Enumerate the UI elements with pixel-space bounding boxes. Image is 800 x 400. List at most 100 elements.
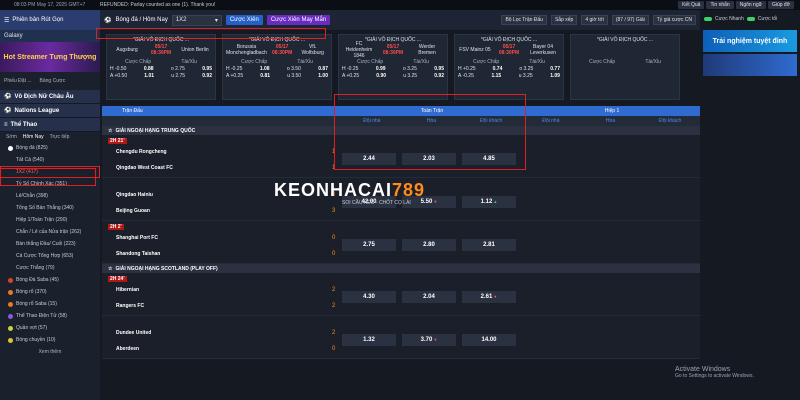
best-odds-toggle[interactable]: [746, 17, 755, 21]
sidebar-section-sports[interactable]: ≡ Thể Thao: [0, 118, 100, 132]
over-under-label: Tài/Xỉu: [297, 59, 313, 65]
time-select[interactable]: 4 giờ tới: [581, 15, 608, 25]
odds-button[interactable]: 3.70▼: [402, 334, 456, 346]
featured-match-card[interactable]: *GIẢI VÔ ĐỊCH QUỐC ... Cược Chấp Tài/Xỉu: [570, 34, 680, 100]
odds-button[interactable]: 2.80: [402, 239, 456, 251]
promo-banner-right[interactable]: Trải nghiệm tuyệt đỉnh: [703, 30, 797, 52]
card-odds-row[interactable]: A -0.25 1.15 u 3.25 1.09: [458, 73, 560, 79]
odds-button[interactable]: 1.32: [342, 334, 396, 346]
sidebar-item[interactable]: Bóng chuyền (10): [0, 334, 100, 346]
sidebar-item[interactable]: Bóng đá (825): [0, 142, 100, 154]
card-odds-row[interactable]: H -0.25 1.08 o 3.50 0.87: [226, 66, 328, 72]
featured-match-card[interactable]: *GIẢI VÔ ĐỊCH QUỐC ... FC Heidenheim 1846…: [338, 34, 448, 100]
tab-today[interactable]: Hôm Nay: [23, 134, 44, 140]
column-header: Đội khách: [659, 118, 682, 124]
odds-button[interactable]: 2.04: [402, 291, 456, 303]
card-odds-row[interactable]: A +0.25 0.81 u 3.50 1.00: [226, 73, 328, 79]
odds-button[interactable]: 14.00: [462, 334, 516, 346]
live-time-badge: 2H 24': [108, 276, 127, 282]
sport-icon: [8, 289, 13, 295]
help-button[interactable]: Giúp đỡ: [767, 1, 794, 9]
odds-type-select[interactable]: Tỷ giá cược CN: [652, 15, 696, 25]
column-header: Đội nhà: [542, 118, 560, 124]
featured-match-card[interactable]: *GIẢI VÔ ĐỊCH QUỐC ... Borussia Monchengl…: [222, 34, 332, 100]
sidebar-item[interactable]: Tất Cả (540): [0, 154, 100, 166]
star-icon[interactable]: ☆: [108, 128, 112, 134]
parlay-button[interactable]: Cược Xiên: [225, 15, 263, 25]
sport-icon: [8, 145, 13, 151]
promo-banner[interactable]: Hot Streamer Tưng Thượng: [0, 42, 100, 72]
language-button[interactable]: Ngôn ngữ: [735, 1, 766, 9]
handicap-label: Cược Chấp: [357, 59, 384, 65]
card-odds-row[interactable]: A +0.50 1.01 u 2.75 0.92: [110, 73, 212, 79]
menu-icon: ☰: [4, 17, 10, 24]
sidebar-item[interactable]: Quần vợt (57): [0, 322, 100, 334]
sidebar: ☰ Phiên bản Rút Gọn Galaxy Hot Streamer T…: [0, 10, 100, 400]
column-header: Hòa: [605, 118, 616, 124]
promo-banner-right-2[interactable]: [703, 54, 797, 76]
featured-match-card[interactable]: *GIẢI VÔ ĐỊCH QUỐC ... FSV Mainz 05 05/17 …: [454, 34, 564, 100]
sidebar-item[interactable]: Lẻ/Chẵn (398): [0, 190, 100, 202]
odds-button[interactable]: 2.75: [342, 239, 396, 251]
card-time: 05/17 08:30PM: [382, 44, 404, 56]
sport-icon: [8, 301, 13, 307]
sort-select[interactable]: Sắp xếp: [550, 15, 578, 25]
highlight-odds-area: [334, 94, 526, 170]
home-score: 2: [332, 287, 336, 293]
list-icon: ≡: [4, 121, 8, 128]
odds-button[interactable]: 4.30: [342, 291, 396, 303]
sidebar-item[interactable]: Bóng Đá Saba (45): [0, 274, 100, 286]
match-filter-select[interactable]: Bộ Lọc Trận Đấu: [501, 15, 547, 25]
card-time: 05/17 08:30PM: [498, 44, 520, 56]
quick-bet-toggle[interactable]: [704, 17, 712, 21]
site-watermark: KEONHACAI789: [274, 180, 426, 200]
featured-match-card[interactable]: *GIẢI VÔ ĐỊCH QUỐC ... Augsburg 05/17 08:3…: [106, 34, 216, 100]
card-away-team: Bayer 04 Leverkusen: [530, 44, 556, 56]
trophy-icon: ⚽: [4, 94, 12, 100]
galaxy-link[interactable]: Galaxy: [0, 30, 100, 42]
card-odds-row[interactable]: H +0.25 0.74 o 3.25 0.77: [458, 66, 560, 72]
sidebar-section-euro-women[interactable]: ⚽ Vô Địch Nữ Châu Âu: [0, 90, 100, 104]
sport-label: Bóng đá / Hôm Nay: [115, 17, 168, 23]
card-odds-row[interactable]: H -0.25 0.99 o 3.25 0.95: [342, 66, 444, 72]
sidebar-item[interactable]: Tổng Số Bàn Thắng (340): [0, 202, 100, 214]
see-more-link[interactable]: Xem thêm: [0, 346, 100, 358]
tab-live[interactable]: Trực tiếp: [50, 134, 70, 140]
lucky-parlay-button[interactable]: Cược Xiên May Mắn: [266, 15, 331, 25]
market-select[interactable]: 1X2 ▾: [171, 14, 222, 26]
featured-matches: *GIẢI VÔ ĐỊCH QUỐC ... Augsburg 05/17 08:3…: [100, 34, 700, 100]
sidebar-item[interactable]: Chẵn / Lẻ của Nửa trận (262): [0, 226, 100, 238]
sidebar-item[interactable]: Hiệp 1/Toàn Trận (290): [0, 214, 100, 226]
compact-version-toggle[interactable]: ☰ Phiên bản Rút Gọn: [0, 10, 100, 30]
tab-early[interactable]: Sớm: [6, 134, 17, 140]
card-odds-row[interactable]: A +0.25 0.90 u 3.25 0.92: [342, 73, 444, 79]
sidebar-item[interactable]: Bàn thắng Đầu/ Cuối (223): [0, 238, 100, 250]
star-icon[interactable]: ☆: [108, 266, 112, 272]
sidebar-item[interactable]: Bóng rổ (370): [0, 286, 100, 298]
odds-button[interactable]: 1.12▲: [462, 196, 516, 208]
home-team: Shanghai Port FC: [116, 235, 158, 241]
handicap-label: Cược Chấp: [589, 59, 616, 65]
sidebar-item[interactable]: Bóng rổ Saba (15): [0, 298, 100, 310]
messages-button[interactable]: Tin nhắn: [706, 1, 734, 9]
odds-button[interactable]: 2.81: [462, 239, 516, 251]
home-score: 2: [332, 330, 336, 336]
card-away-team: Union Berlin: [181, 47, 209, 53]
sidebar-section-nations-league[interactable]: ⚽ Nations League: [0, 104, 100, 118]
bet-list-tab[interactable]: Bảng Cược: [40, 78, 66, 84]
league-header[interactable]: ☆ GIẢI NGOẠI HẠNG SCOTLAND (PLAY OFF): [102, 264, 700, 273]
results-button[interactable]: Kết Quả: [678, 1, 705, 9]
highlight-sport-filter: [96, 28, 326, 39]
sport-icon: [8, 313, 13, 319]
card-away-team: VfL Wolfsburg: [301, 44, 324, 56]
league-count-select[interactable]: (87 / 97) Giải: [611, 15, 649, 25]
windows-activation-notice: Activate Windows Go to Settings to activ…: [675, 366, 754, 379]
odds-button[interactable]: 2.61▼: [462, 291, 516, 303]
card-home-team: FSV Mainz 05: [459, 47, 491, 53]
card-odds-row[interactable]: H -0.50 0.88 o 2.75 0.95: [110, 66, 212, 72]
sidebar-item[interactable]: Cá Cược Tổng Hợp (653): [0, 250, 100, 262]
sidebar-item[interactable]: Thể Thao Điện Tử (58): [0, 310, 100, 322]
away-team: Beijing Guoan: [116, 208, 150, 214]
sidebar-item[interactable]: Cược Thắng (79): [0, 262, 100, 274]
betslip-tab[interactable]: Phiếu Đặt ...: [4, 78, 32, 84]
